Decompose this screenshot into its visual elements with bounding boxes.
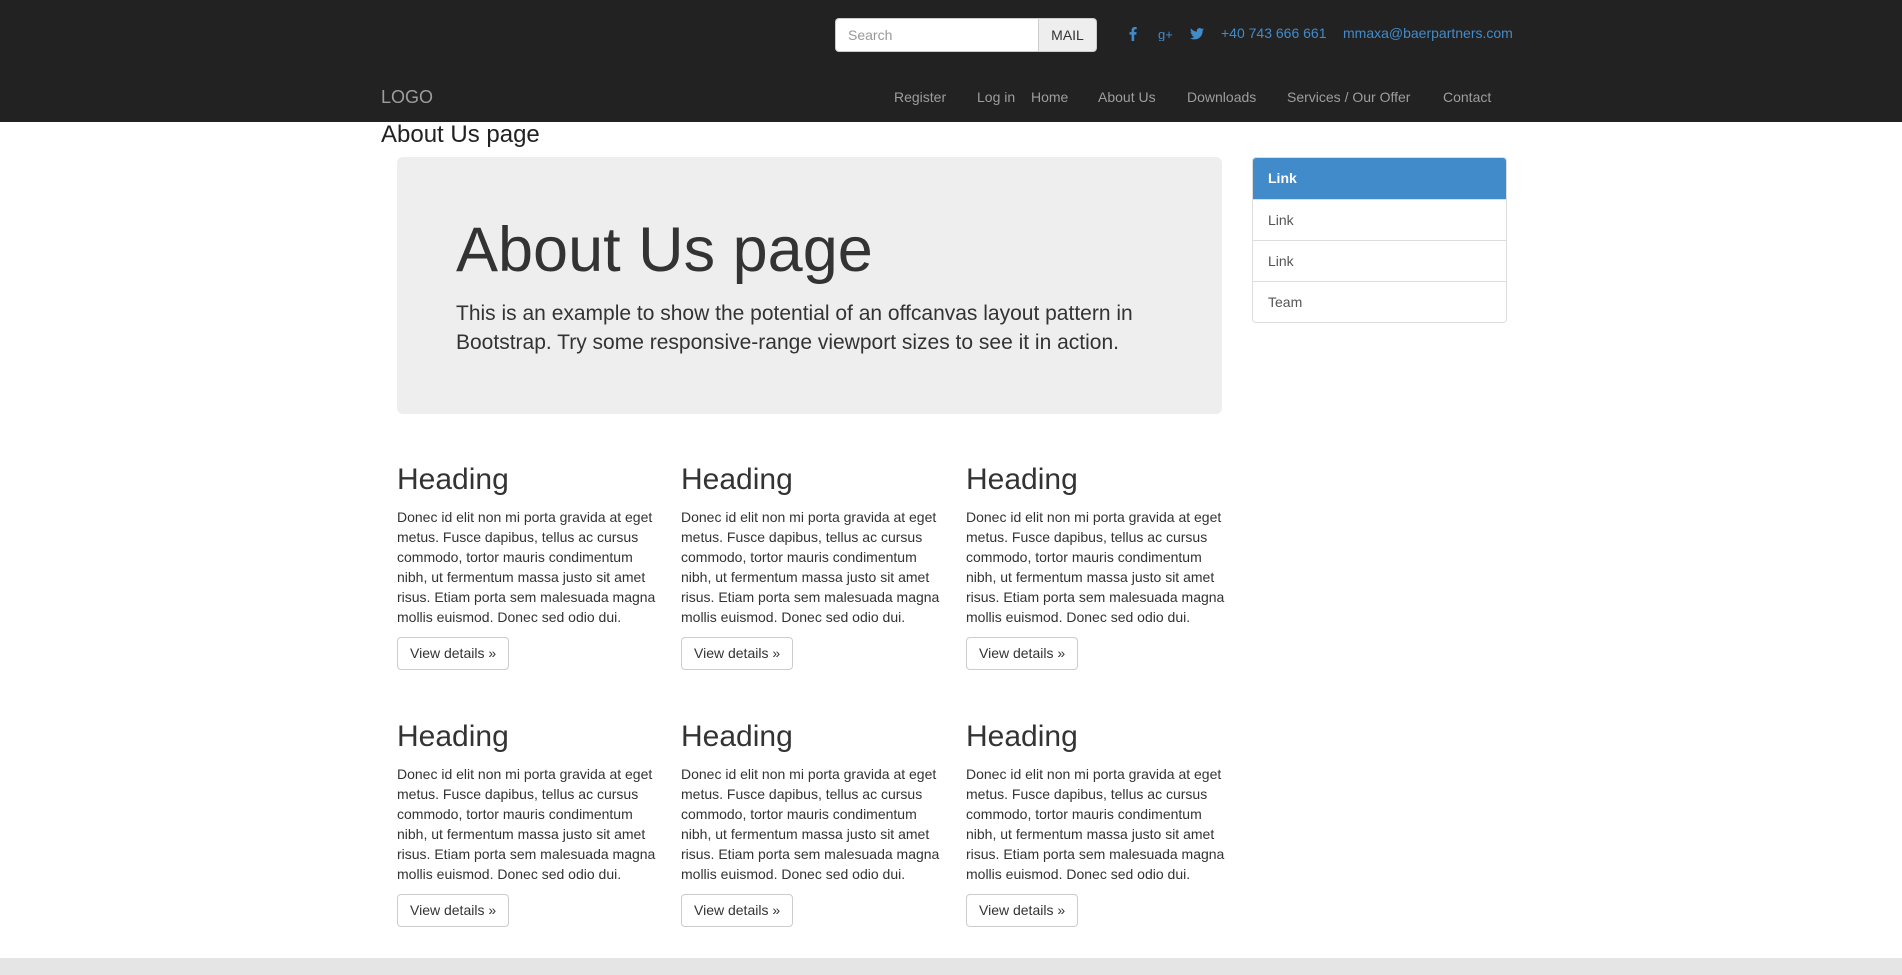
email-link[interactable]: mmaxa@baerpartners.com — [1343, 25, 1513, 41]
card-heading: Heading — [681, 463, 793, 496]
card-text: Donec id elit non mi porta gravida at eg… — [681, 509, 940, 625]
page-title: About Us page — [381, 121, 540, 148]
card-heading: Heading — [966, 720, 1078, 753]
nav-login[interactable]: Log in — [977, 89, 1015, 105]
card-heading: Heading — [397, 720, 509, 753]
phone-link[interactable]: +40 743 666 661 — [1221, 25, 1327, 41]
content-card: Heading Donec id elit non mi porta gravi… — [966, 719, 1226, 927]
jumbotron-title: About Us page — [456, 215, 873, 285]
footer — [0, 958, 1902, 975]
nav-downloads[interactable]: Downloads — [1187, 89, 1256, 105]
card-heading: Heading — [681, 720, 793, 753]
sidebar-item-team[interactable]: Team — [1253, 281, 1506, 322]
google-plus-icon[interactable]: g+ — [1155, 24, 1177, 44]
logo[interactable]: LOGO — [381, 87, 433, 108]
view-details-button[interactable]: View details » — [966, 637, 1079, 670]
card-text: Donec id elit non mi porta gravida at eg… — [966, 766, 1225, 882]
top-navbar: MAIL g+ +40 743 666 661 mmaxa@baerpartne… — [0, 0, 1902, 122]
nav-register[interactable]: Register — [894, 89, 946, 105]
mail-button[interactable]: MAIL — [1038, 18, 1097, 52]
sidebar-item-link[interactable]: Link — [1253, 240, 1506, 281]
sidebar-item-link-active[interactable]: Link — [1253, 158, 1506, 199]
view-details-button[interactable]: View details » — [681, 637, 794, 670]
sidebar-item-link[interactable]: Link — [1253, 199, 1506, 240]
svg-text:g+: g+ — [1158, 27, 1173, 41]
content-card: Heading Donec id elit non mi porta gravi… — [966, 462, 1226, 670]
card-text: Donec id elit non mi porta gravida at eg… — [681, 766, 940, 882]
view-details-button[interactable]: View details » — [966, 894, 1079, 927]
sidebar-list: Link Link Link Team — [1252, 157, 1507, 323]
card-heading: Heading — [397, 463, 509, 496]
card-text: Donec id elit non mi porta gravida at eg… — [397, 766, 656, 882]
twitter-icon[interactable] — [1188, 24, 1206, 44]
search-form: MAIL — [835, 18, 1097, 52]
content-card: Heading Donec id elit non mi porta gravi… — [397, 462, 657, 670]
search-input[interactable] — [835, 18, 1038, 52]
card-text: Donec id elit non mi porta gravida at eg… — [397, 509, 656, 625]
content-card: Heading Donec id elit non mi porta gravi… — [681, 719, 941, 927]
view-details-button[interactable]: View details » — [681, 894, 794, 927]
content-card: Heading Donec id elit non mi porta gravi… — [681, 462, 941, 670]
card-text: Donec id elit non mi porta gravida at eg… — [966, 509, 1225, 625]
jumbotron: About Us page This is an example to show… — [397, 157, 1222, 414]
nav-services[interactable]: Services / Our Offer — [1287, 89, 1410, 105]
view-details-button[interactable]: View details » — [397, 637, 510, 670]
nav-home[interactable]: Home — [1031, 89, 1068, 105]
jumbotron-text: This is an example to show the potential… — [456, 302, 1133, 354]
nav-about-us[interactable]: About Us — [1098, 89, 1156, 105]
card-heading: Heading — [966, 463, 1078, 496]
view-details-button[interactable]: View details » — [397, 894, 510, 927]
content-card: Heading Donec id elit non mi porta gravi… — [397, 719, 657, 927]
facebook-icon[interactable] — [1124, 24, 1142, 44]
nav-contact[interactable]: Contact — [1443, 89, 1491, 105]
